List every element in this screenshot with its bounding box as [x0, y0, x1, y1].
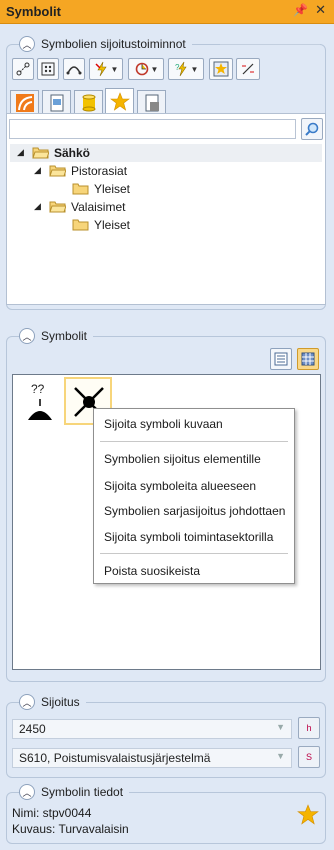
- arc-icon: [66, 66, 82, 75]
- tree-node-valaisimet[interactable]: ◢ Valaisimet: [34, 198, 125, 215]
- name-label: Nimi:: [12, 806, 40, 820]
- open-folder-icon: [49, 201, 66, 213]
- menu-item-remove-favorite[interactable]: Poista suosikeista: [104, 564, 200, 578]
- list-view-button[interactable]: [270, 348, 292, 370]
- chevron-down-icon: ▼: [276, 751, 285, 761]
- system-button[interactable]: S: [298, 746, 320, 768]
- menu-separator: [100, 553, 288, 554]
- symbol-question-marks: ??: [31, 382, 45, 396]
- favorite-star[interactable]: [297, 804, 319, 829]
- tree-node-yleiset-2[interactable]: Yleiset: [72, 216, 130, 233]
- placement-functions-header: Symbolien sijoitustoiminnot: [41, 37, 186, 51]
- grid-view-button[interactable]: [297, 348, 319, 370]
- folder-icon: [72, 219, 89, 231]
- search-icon: [305, 122, 319, 136]
- description-row: Kuvaus: Turvavalaisin: [12, 822, 129, 836]
- system-value: S610, Poistumisvalaistusjärjestelmä: [19, 751, 211, 765]
- tree-node-root[interactable]: ◢ Sähkö: [17, 144, 90, 161]
- tab-documents[interactable]: [42, 90, 71, 114]
- system-combobox[interactable]: S610, Poistumisvalaistusjärjestelmä ▼: [12, 748, 292, 768]
- collapse-toggle-icon[interactable]: ︿: [19, 328, 35, 344]
- window-title: Symbolit: [6, 4, 61, 19]
- connect-button[interactable]: [12, 58, 34, 80]
- tree-label: Yleiset: [94, 217, 131, 232]
- document-tab-icon: [50, 94, 63, 111]
- bolt-question-dropdown-button[interactable]: ? ▼: [168, 58, 204, 80]
- menu-item-series-placement[interactable]: Symbolien sarjasijoitus johdottaen: [104, 504, 285, 518]
- document-grid-tab-icon: [145, 94, 159, 111]
- height-combobox[interactable]: 2450 ▼: [12, 719, 292, 739]
- star-symbol-button[interactable]: [209, 58, 233, 80]
- star-symbol-icon: [213, 61, 229, 77]
- symbols-header: Symbolit: [41, 329, 88, 343]
- tree-node-pistorasiat[interactable]: ◢ Pistorasiat: [34, 162, 127, 179]
- group-divider: [220, 44, 320, 45]
- window-titlebar: Symbolit 📌 ✕: [0, 0, 334, 24]
- tree-label-root: Sähkö: [54, 145, 91, 160]
- pen-slash-icon: [242, 63, 254, 75]
- search-button[interactable]: [301, 118, 323, 140]
- expand-triangle-icon[interactable]: ◢: [34, 165, 44, 176]
- tree-label: Valaisimet: [71, 199, 126, 214]
- tree-node-yleiset-1[interactable]: Yleiset: [72, 180, 130, 197]
- star-tab-icon: [109, 91, 130, 111]
- menu-item-place-for-element[interactable]: Symbolien sijoitus elementille: [104, 452, 261, 466]
- search-input[interactable]: [9, 119, 296, 139]
- cylinder-tab-icon: [82, 94, 95, 111]
- expand-triangle-icon[interactable]: ◢: [34, 201, 44, 212]
- close-icon[interactable]: ✕: [315, 2, 326, 18]
- lightning-dropdown-button[interactable]: ▼: [89, 58, 123, 80]
- tab-favorites[interactable]: [105, 88, 134, 114]
- menu-separator: [100, 441, 288, 442]
- tab-curves[interactable]: [10, 90, 39, 114]
- placement-header: Sijoitus: [41, 695, 80, 709]
- target-dropdown-button[interactable]: ▼: [128, 58, 164, 80]
- system-button-label: S: [305, 752, 312, 762]
- open-folder-icon: [32, 147, 49, 159]
- symbol-info-header: Symbolin tiedot: [41, 785, 124, 799]
- height-button-label: h: [306, 723, 312, 733]
- context-menu: Sijoita symboli kuvaan Symbolien sijoitu…: [93, 408, 295, 584]
- height-value: 2450: [19, 722, 46, 736]
- grid-icon: [41, 62, 55, 76]
- name-value: stpv0044: [42, 806, 92, 820]
- pin-icon[interactable]: 📌: [293, 3, 308, 17]
- folder-icon: [72, 183, 89, 195]
- circle-target-icon: [135, 62, 148, 76]
- list-view-icon: [274, 352, 288, 366]
- description-label: Kuvaus:: [12, 822, 56, 836]
- chevron-down-icon: ▼: [150, 64, 159, 74]
- height-button[interactable]: h: [298, 717, 320, 739]
- description-value: Turvavalaisin: [58, 822, 129, 836]
- grid-view-icon: [301, 352, 315, 366]
- lamp-symbol-icon: [28, 399, 52, 420]
- grid-button[interactable]: [37, 58, 59, 80]
- star-icon: [297, 804, 319, 825]
- tab-documents-grid[interactable]: [137, 90, 166, 114]
- open-folder-icon: [49, 165, 66, 177]
- tree-label: Pistorasiat: [71, 163, 128, 178]
- curve-tab-icon: [15, 93, 34, 112]
- bolt-question-icon: ?: [175, 61, 187, 77]
- collapse-toggle-icon[interactable]: ︿: [19, 36, 35, 52]
- collapse-toggle-icon[interactable]: ︿: [19, 694, 35, 710]
- connect-icon: [16, 62, 30, 76]
- pen-slash-button[interactable]: [236, 58, 260, 80]
- chevron-down-icon: ▼: [110, 64, 119, 74]
- chevron-down-icon: ▼: [190, 64, 199, 74]
- menu-item-place-by-sector[interactable]: Sijoita symboli toimintasektorilla: [104, 530, 273, 544]
- tree-label: Yleiset: [94, 181, 131, 196]
- name-row: Nimi: stpv0044: [12, 806, 91, 820]
- collapse-toggle-icon[interactable]: ︿: [19, 784, 35, 800]
- expand-triangle-icon[interactable]: ◢: [17, 147, 27, 158]
- menu-item-place-in-area[interactable]: Sijoita symboleita alueeseen: [104, 479, 256, 493]
- tab-database[interactable]: [74, 90, 103, 114]
- symbol-item-lamp[interactable]: ??: [24, 382, 56, 424]
- chevron-down-icon: ▼: [276, 722, 285, 732]
- lightning-icon: [95, 61, 107, 77]
- menu-item-place-in-drawing[interactable]: Sijoita symboli kuvaan: [104, 417, 223, 431]
- arc-button[interactable]: [63, 58, 85, 80]
- svg-text:?: ?: [175, 63, 180, 72]
